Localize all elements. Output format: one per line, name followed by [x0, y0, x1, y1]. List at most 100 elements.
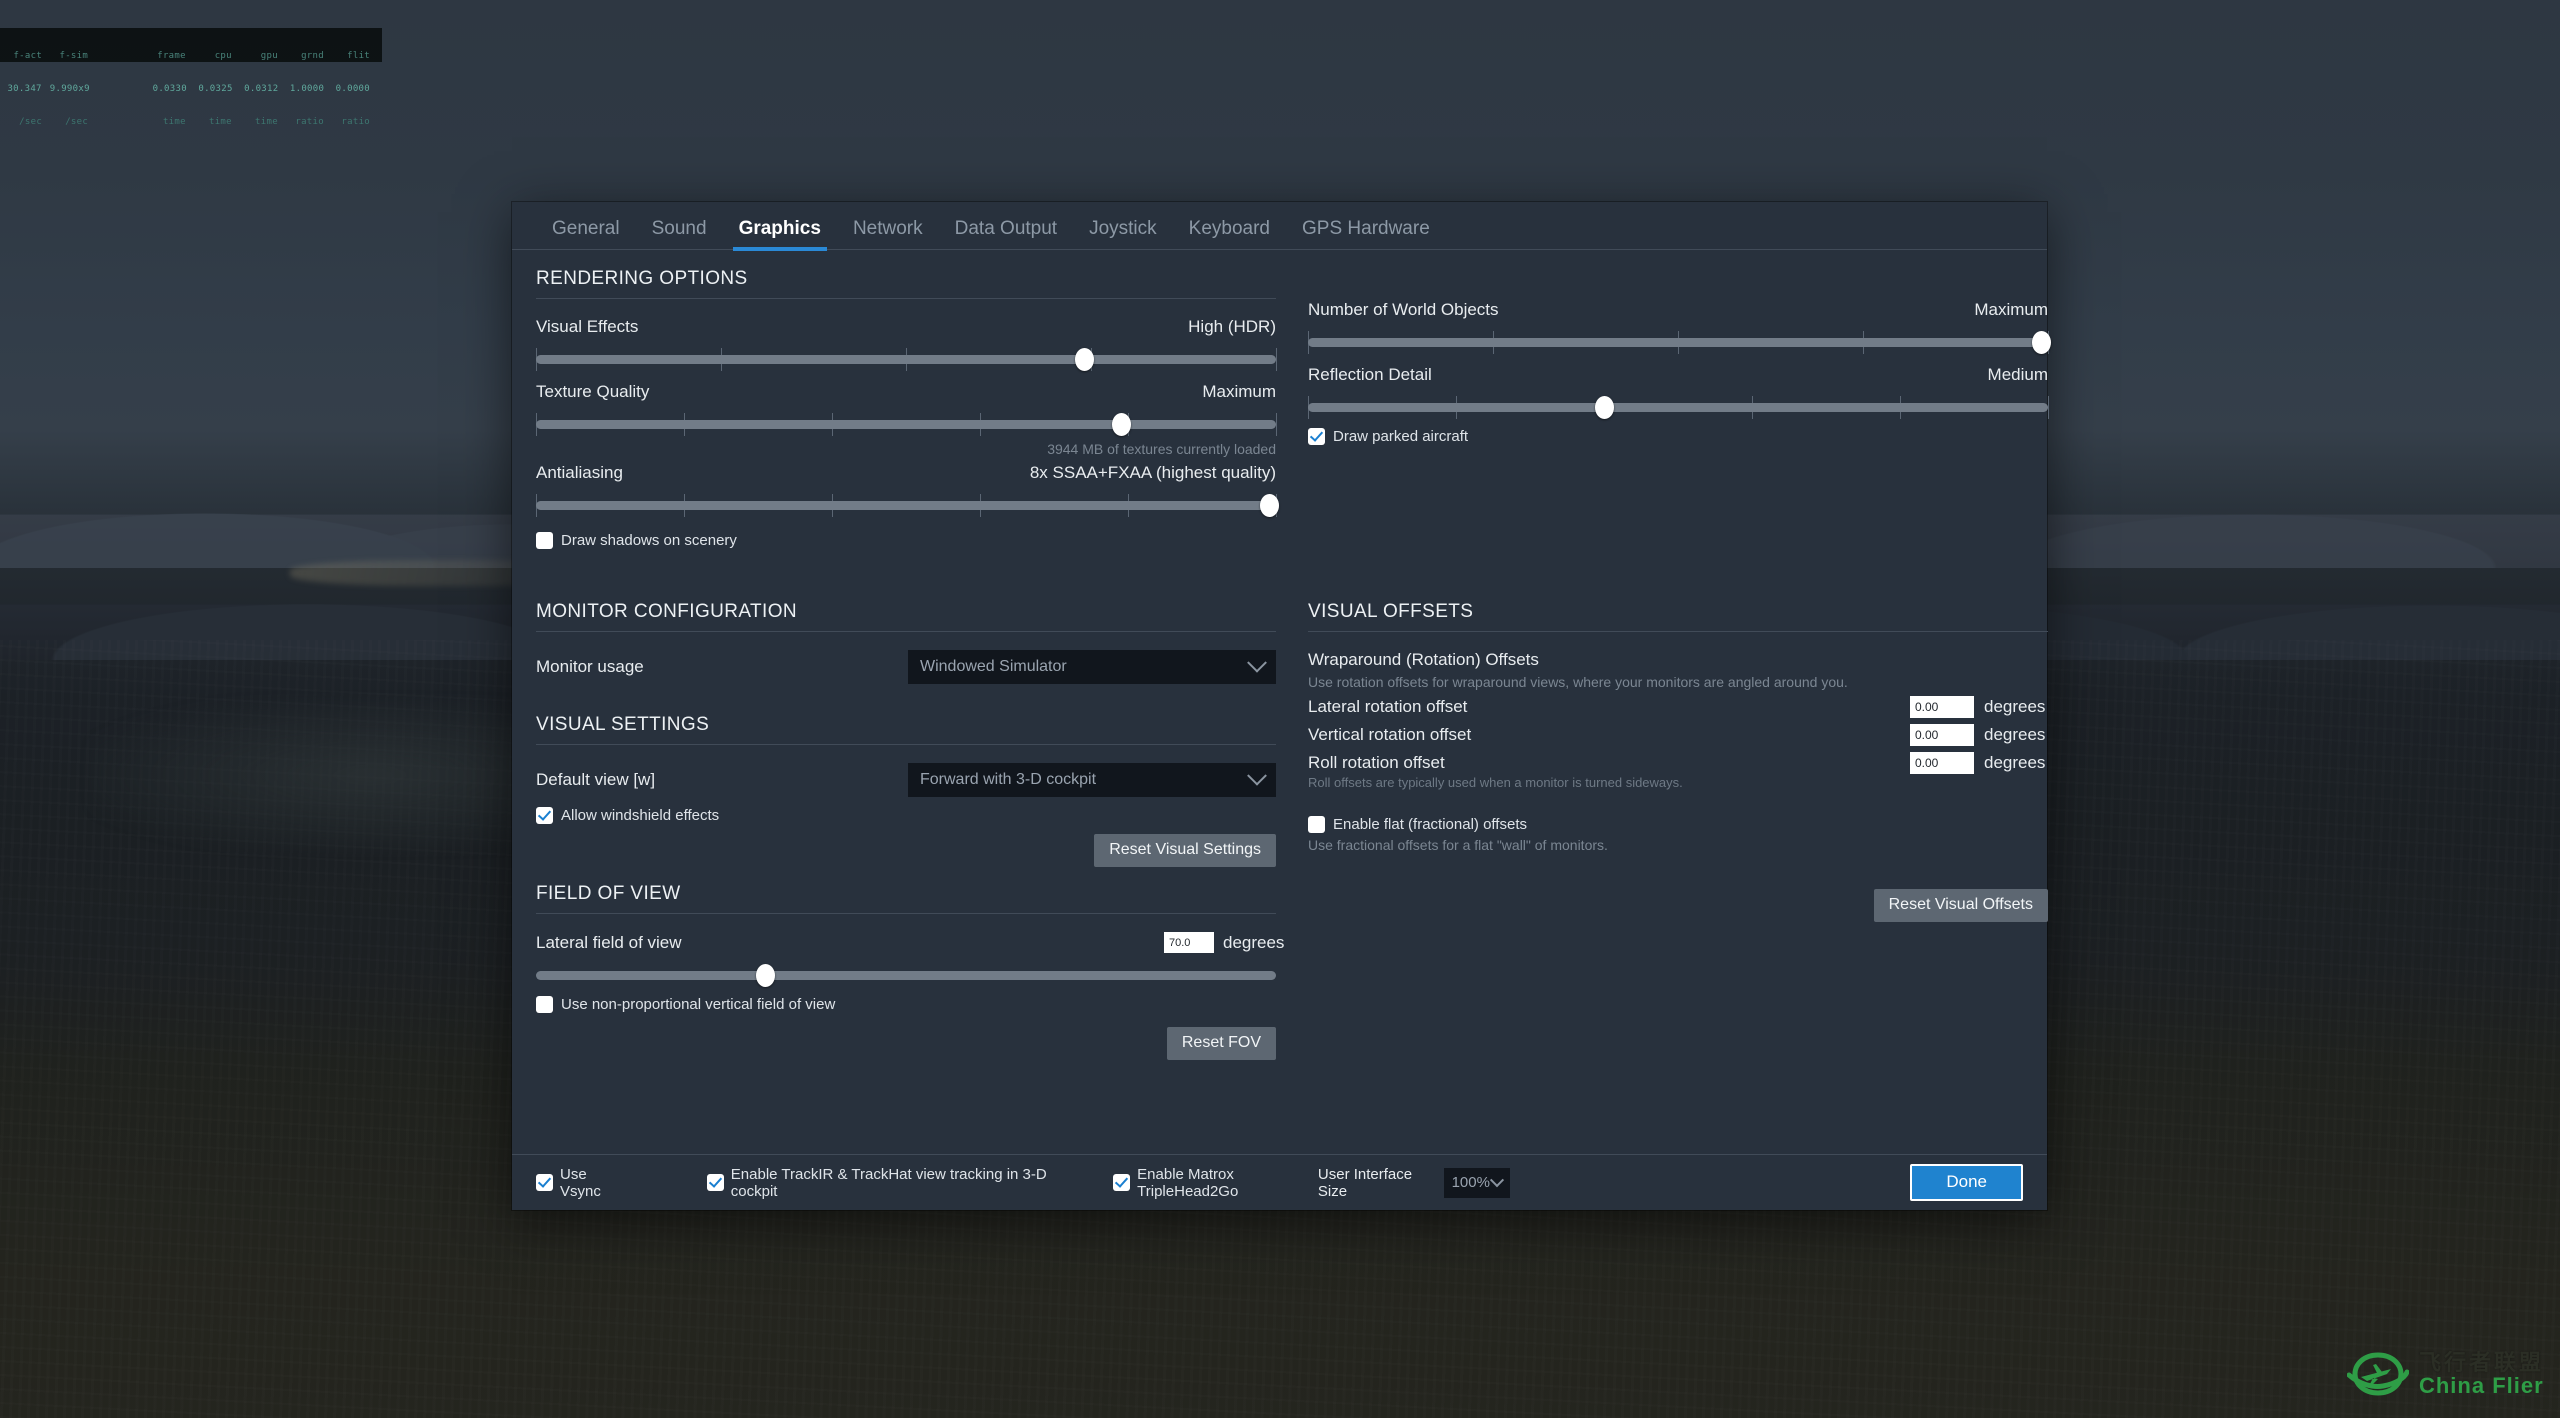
draw-shadows-checkbox[interactable]	[536, 532, 553, 549]
offset-unit: degrees	[1984, 697, 2046, 716]
ui-size-value: 100%	[1451, 1174, 1490, 1191]
monitor-usage-row: Monitor usage Windowed Simulator	[536, 650, 1276, 684]
windshield-effects-checkbox[interactable]	[536, 807, 553, 824]
visual-effects-value: High (HDR)	[1188, 317, 1276, 336]
visual-effects-label: Visual Effects	[536, 317, 639, 336]
world-objects-slider[interactable]	[1308, 327, 2051, 357]
hud-value-row: 30.347 9.990x9 0.0330 0.0325 0.0312 1.0000 0.0…	[7, 84, 370, 94]
flat-offsets-checkbox[interactable]	[1308, 816, 1325, 833]
offset-input[interactable]: 0.00	[1910, 724, 1974, 746]
tab-sound[interactable]: Sound	[636, 218, 723, 249]
use-vsync-row[interactable]: Use Vsync	[536, 1166, 623, 1200]
lateral-fov-slider[interactable]	[536, 960, 1276, 990]
antialiasing-setting: Antialiasing 8x SSAA+FXAA (highest quali…	[536, 463, 1279, 520]
slider-knob[interactable]	[756, 964, 776, 987]
draw-parked-aircraft-checkbox[interactable]	[1308, 428, 1325, 445]
lateral-fov-input[interactable]: 70.0	[1164, 932, 1214, 953]
offset-unit: degrees	[1984, 725, 2046, 744]
tab-keyboard[interactable]: Keyboard	[1173, 218, 1286, 249]
reset-visual-settings-button[interactable]: Reset Visual Settings	[1094, 834, 1276, 867]
windshield-effects-row[interactable]: Allow windshield effects	[536, 807, 1276, 824]
tab-data-output[interactable]: Data Output	[939, 218, 1073, 249]
visual-settings-divider	[536, 744, 1276, 745]
settings-body: RENDERING OPTIONS Visual Effects High (H…	[512, 250, 2051, 1173]
monitor-config-title: MONITOR CONFIGURATION	[536, 601, 798, 622]
tab-joystick[interactable]: Joystick	[1073, 218, 1173, 249]
lateral-fov-row: Lateral field of view 70.0 degrees	[536, 932, 1284, 953]
texture-quality-slider[interactable]	[536, 409, 1277, 439]
windshield-effects-label: Allow windshield effects	[561, 807, 720, 824]
default-view-row: Default view [w] Forward with 3-D cockpi…	[536, 763, 1276, 797]
right-column: Number of World Objects Maximum Reflecti…	[1308, 250, 2051, 922]
visual-effects-setting: Visual Effects High (HDR)	[536, 317, 1277, 374]
reflection-detail-label: Reflection Detail	[1308, 365, 1432, 384]
antialiasing-label: Antialiasing	[536, 463, 623, 482]
china-flier-logo-icon	[2346, 1352, 2409, 1396]
monitor-usage-dropdown[interactable]: Windowed Simulator	[908, 650, 1276, 684]
flat-offsets-label: Enable flat (fractional) offsets	[1333, 816, 1527, 833]
nonproportional-fov-checkbox[interactable]	[536, 996, 553, 1013]
roll-offset-note: Roll offsets are typically used when a m…	[1308, 775, 1683, 790]
reset-fov-button[interactable]: Reset FOV	[1166, 1027, 1276, 1060]
offset-row: Roll rotation offset 0.00 degrees	[1308, 752, 2048, 774]
chevron-down-icon	[1490, 1172, 1505, 1187]
rendering-options-title: RENDERING OPTIONS	[536, 268, 748, 289]
offset-row: Vertical rotation offset 0.00 degrees	[1308, 724, 2048, 746]
slider-knob[interactable]	[1595, 396, 1614, 419]
monitor-usage-label: Monitor usage	[536, 657, 644, 676]
tab-gps-hardware[interactable]: GPS Hardware	[1286, 218, 1446, 249]
slider-knob[interactable]	[1074, 348, 1094, 371]
done-button[interactable]: Done	[1910, 1164, 2023, 1201]
texture-quality-setting: Texture Quality Maximum 3944 MB of textu…	[536, 382, 1277, 457]
offset-label: Vertical rotation offset	[1308, 725, 1472, 744]
use-vsync-label: Use Vsync	[560, 1165, 601, 1200]
rotation-offset-rows: Lateral rotation offset 0.00 degrees Vertic…	[1308, 696, 2048, 774]
reset-visual-offsets-button[interactable]: Reset Visual Offsets	[1873, 889, 2048, 922]
tab-general[interactable]: General	[536, 218, 636, 249]
fov-divider	[536, 913, 1276, 914]
draw-parked-aircraft-label: Draw parked aircraft	[1333, 428, 1469, 445]
slider-knob[interactable]	[1259, 494, 1279, 517]
slider-track[interactable]	[1308, 338, 2048, 347]
rendering-divider	[536, 298, 1276, 299]
offset-input[interactable]: 0.00	[1910, 696, 1974, 718]
draw-shadows-row[interactable]: Draw shadows on scenery	[536, 532, 1276, 549]
matrox-checkbox[interactable]	[1113, 1174, 1131, 1191]
slider-track[interactable]	[536, 355, 1276, 364]
offset-input[interactable]: 0.00	[1910, 752, 1974, 774]
reflection-detail-value: Medium	[1987, 365, 2048, 384]
tab-network[interactable]: Network	[837, 218, 939, 249]
slider-track[interactable]	[536, 501, 1276, 510]
reflection-detail-slider[interactable]	[1308, 392, 2049, 422]
monitor-divider	[536, 631, 1276, 632]
slider-knob[interactable]	[1111, 413, 1131, 436]
offset-row: Lateral rotation offset 0.00 degrees	[1308, 696, 2048, 718]
offset-unit: degrees	[1984, 753, 2046, 772]
flat-offsets-row[interactable]: Enable flat (fractional) offsets	[1308, 816, 2048, 833]
trackir-row[interactable]: Enable TrackIR & TrackHat view tracking …	[706, 1166, 1061, 1200]
default-view-label: Default view [w]	[536, 770, 656, 789]
antialiasing-value: 8x SSAA+FXAA (highest quality)	[1029, 463, 1276, 482]
trackir-checkbox[interactable]	[706, 1174, 724, 1191]
matrox-row[interactable]: Enable Matrox TripleHead2Go	[1113, 1166, 1318, 1200]
ui-size-dropdown[interactable]: 100%	[1443, 1167, 1511, 1198]
default-view-dropdown[interactable]: Forward with 3-D cockpit	[908, 763, 1276, 797]
chevron-down-icon	[1247, 765, 1267, 786]
watermark-english: China Flier	[2418, 1373, 2544, 1398]
slider-track[interactable]	[1308, 403, 2048, 412]
slider-track[interactable]	[536, 971, 1276, 980]
field-of-view-title: FIELD OF VIEW	[536, 883, 681, 904]
visual-effects-slider[interactable]	[536, 344, 1277, 374]
slider-track[interactable]	[536, 420, 1276, 429]
left-column: RENDERING OPTIONS Visual Effects High (H…	[536, 250, 1284, 1060]
texture-quality-value: Maximum	[1202, 382, 1276, 401]
nonproportional-fov-row[interactable]: Use non-proportional vertical field of v…	[536, 996, 1276, 1013]
offset-label: Roll rotation offset	[1308, 753, 1445, 772]
visual-settings-title: VISUAL SETTINGS	[536, 714, 710, 735]
use-vsync-checkbox[interactable]	[536, 1174, 553, 1191]
slider-knob[interactable]	[2031, 331, 2051, 354]
draw-parked-aircraft-row[interactable]: Draw parked aircraft	[1308, 428, 2048, 445]
antialiasing-slider[interactable]	[536, 490, 1279, 520]
monitor-usage-value: Windowed Simulator	[920, 658, 1067, 675]
tab-graphics[interactable]: Graphics	[723, 218, 837, 251]
